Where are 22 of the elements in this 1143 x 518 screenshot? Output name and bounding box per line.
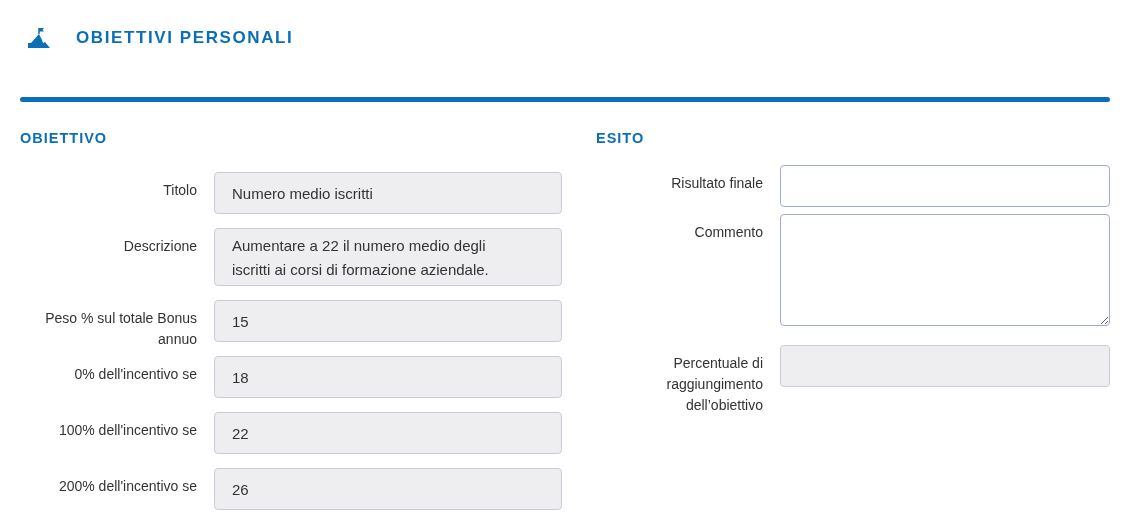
- section-title: ESITO: [596, 129, 646, 148]
- input-field[interactable]: 26: [214, 468, 562, 510]
- mountain-flag-icon: [28, 27, 50, 48]
- input-field[interactable]: 22: [214, 412, 562, 454]
- field-label: Percentuale di raggiungimento dell’obiettivo: [665, 354, 763, 415]
- field-label: 0% dell'incentivo se: [73, 365, 197, 384]
- input-field[interactable]: 15: [214, 300, 562, 342]
- text-area[interactable]: [780, 214, 1110, 326]
- field-label: Titolo: [162, 181, 197, 200]
- field-label: 100% dell'incentivo se: [57, 421, 197, 440]
- input-field[interactable]: Numero medio iscritti: [214, 172, 562, 214]
- text-area[interactable]: Aumentare a 22 il numero medio degli iscritti ai corsi di formazione aziendale.: [214, 228, 562, 286]
- field-label: Peso % sul totale Bonus annuo: [44, 309, 197, 349]
- input-field[interactable]: [780, 345, 1110, 387]
- field-label: Risultato finale: [670, 174, 763, 193]
- page-title: OBIETTIVI PERSONALI: [76, 27, 294, 48]
- field-label: 200% dell'incentivo se: [57, 477, 197, 496]
- field-label: Commento: [693, 223, 763, 242]
- section-title: OBIETTIVO: [20, 129, 109, 148]
- input-field[interactable]: 18: [214, 356, 562, 398]
- field-label: Descrizione: [122, 237, 197, 256]
- input-field[interactable]: [780, 165, 1110, 207]
